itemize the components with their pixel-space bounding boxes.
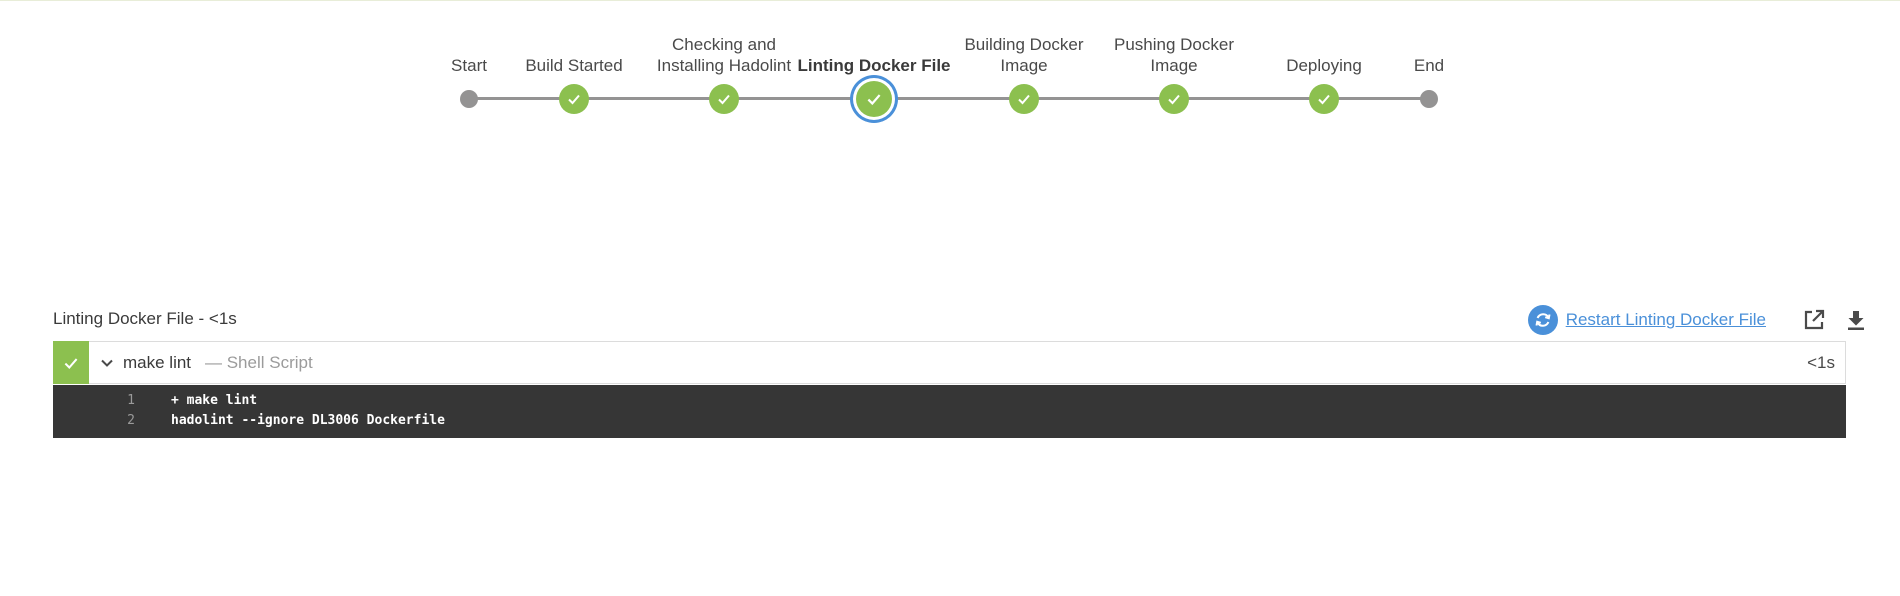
- stage-label: Build Started: [525, 56, 623, 75]
- log-line-number: 1: [127, 393, 135, 408]
- stage-label: End: [1413, 56, 1445, 75]
- stage-label: Building Docker Image: [964, 35, 1084, 75]
- log-line-number: 2: [127, 413, 135, 428]
- download-icon[interactable]: [1842, 306, 1870, 334]
- open-external-icon[interactable]: [1800, 306, 1828, 334]
- log-line-text: hadolint --ignore DL3006 Dockerfile: [171, 413, 445, 428]
- step-type: — Shell Script: [205, 353, 313, 372]
- stage-end[interactable]: End: [1344, 0, 1514, 130]
- log-line-text: + make lint: [171, 393, 258, 408]
- checkmark-icon: [867, 94, 881, 106]
- checkmark-icon: [1168, 94, 1180, 105]
- success-node[interactable]: [1159, 84, 1189, 114]
- end-node[interactable]: [1420, 90, 1438, 108]
- success-node[interactable]: [559, 84, 589, 114]
- stage-label: Pushing Docker Image: [1113, 35, 1234, 75]
- stage-checking-and-installing-hadolint[interactable]: Checking and Installing Hadolint: [639, 0, 809, 130]
- log-line: 1 + make lint: [53, 391, 1846, 411]
- stage-build-started[interactable]: Build Started: [489, 0, 659, 130]
- stage-building-docker-image[interactable]: Building Docker Image: [939, 0, 1109, 130]
- checkmark-icon: [64, 357, 78, 369]
- restart-icon[interactable]: [1527, 305, 1558, 335]
- success-node[interactable]: [1309, 84, 1339, 114]
- step-log-output: 1 + make lint 2 hadolint --ignore DL3006…: [53, 385, 1846, 438]
- start-node[interactable]: [460, 90, 478, 108]
- success-node[interactable]: [709, 84, 739, 114]
- checkmark-icon: [1318, 94, 1330, 105]
- stage-linting-docker-file[interactable]: Linting Docker File: [789, 0, 959, 130]
- success-node[interactable]: [1009, 84, 1039, 114]
- chevron-down-icon[interactable]: [98, 354, 116, 372]
- step-success-status: [53, 341, 89, 384]
- step-duration: <1s: [1807, 353, 1835, 372]
- checkmark-icon: [568, 94, 580, 105]
- step-actions: Restart Linting Docker File: [1527, 304, 1870, 336]
- step-name: make lint: [123, 353, 192, 372]
- step-row[interactable]: make lint — Shell Script <1s: [53, 341, 1846, 384]
- restart-stage-link[interactable]: Restart Linting Docker File: [1566, 310, 1766, 330]
- stage-label: Linting Docker File: [797, 56, 951, 75]
- log-line: 2 hadolint --ignore DL3006 Dockerfile: [53, 411, 1846, 431]
- stage-label: Checking and Installing Hadolint: [656, 35, 792, 75]
- checkmark-icon: [718, 94, 730, 105]
- step-header-title: Linting Docker File - <1s: [53, 309, 237, 328]
- pipeline-graph: Start Build Started Checking and Install…: [0, 0, 1900, 130]
- selected-success-node[interactable]: [856, 81, 892, 117]
- checkmark-icon: [1018, 94, 1030, 105]
- stage-pushing-docker-image[interactable]: Pushing Docker Image: [1089, 0, 1259, 130]
